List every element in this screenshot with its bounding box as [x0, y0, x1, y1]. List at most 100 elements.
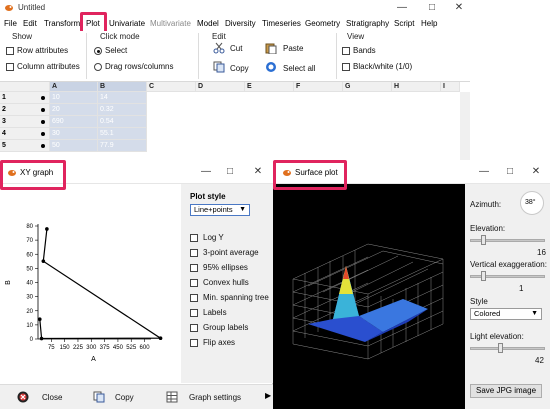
menu-transform[interactable]: Transform [44, 19, 80, 28]
option-checkbox[interactable] [190, 324, 198, 332]
row-attributes-checkbox[interactable] [6, 47, 14, 55]
data-grid: A B C D E F G H I 1 10 14 2 20 0.32 3 69… [0, 82, 470, 160]
menu-univariate[interactable]: Univariate [109, 19, 145, 28]
save-jpg-button[interactable]: Save JPG image [470, 384, 542, 398]
cut-button[interactable]: Cut [230, 44, 242, 53]
copy-icon[interactable] [93, 391, 105, 405]
close-icon[interactable]: ✕ [251, 166, 265, 177]
app-logo-icon [4, 3, 14, 15]
row-header[interactable]: 4 [0, 128, 50, 140]
close-button[interactable]: Close [42, 393, 62, 402]
surface-3d-viewport[interactable] [273, 184, 465, 409]
copy-icon[interactable] [213, 61, 225, 73]
column-attributes-checkbox[interactable] [6, 63, 14, 71]
maximize-icon[interactable]: □ [503, 166, 517, 177]
row-header[interactable]: 2 [0, 104, 50, 116]
option-checkbox[interactable] [190, 339, 198, 347]
black-white-checkbox[interactable] [342, 63, 350, 71]
option-checkbox[interactable] [190, 234, 198, 242]
select-all-icon[interactable] [265, 61, 277, 73]
column-header[interactable]: F [294, 82, 343, 92]
settings-grid-icon[interactable] [166, 391, 178, 405]
option-label: Flip axes [203, 338, 236, 347]
row-header[interactable]: 5 [0, 140, 50, 152]
row-header[interactable]: 1 [0, 92, 50, 104]
menu-help[interactable]: Help [421, 19, 437, 28]
paste-button[interactable]: Paste [283, 44, 303, 53]
select-all-button[interactable]: Select all [283, 64, 315, 73]
minimize-icon[interactable]: — [395, 2, 409, 13]
grid-cell[interactable]: 0.54 [98, 116, 147, 128]
grid-corner[interactable] [0, 82, 50, 92]
minimize-icon[interactable]: — [199, 166, 213, 177]
menu-file[interactable]: File [4, 19, 17, 28]
menu-geometry[interactable]: Geometry [305, 19, 340, 28]
grid-cell[interactable]: 0.32 [98, 104, 147, 116]
menu-stratigraphy[interactable]: Stratigraphy [346, 19, 389, 28]
copy-button[interactable]: Copy [115, 393, 134, 402]
grid-cell[interactable]: 10 [50, 92, 98, 104]
option-checkbox[interactable] [190, 249, 198, 257]
light-elevation-slider[interactable] [470, 347, 545, 350]
grid-scrollbar[interactable] [460, 92, 470, 160]
option-checkbox[interactable] [190, 279, 198, 287]
grid-cell[interactable]: 55.1 [98, 128, 147, 140]
grid-cell[interactable]: 20 [50, 104, 98, 116]
azimuth-dial[interactable]: 38° [520, 191, 544, 215]
scissors-icon[interactable] [213, 42, 225, 54]
column-header[interactable]: D [196, 82, 245, 92]
copy-button[interactable]: Copy [230, 64, 249, 73]
xy-chart[interactable]: 0 10 20 30 40 50 60 70 80 75 150 225 300 375 450 525 600… [0, 184, 181, 384]
elevation-slider-thumb[interactable] [481, 235, 486, 245]
grid-cell[interactable]: 50 [50, 140, 98, 152]
chevron-down-icon: ▼ [531, 310, 538, 317]
close-icon[interactable]: ✕ [452, 2, 466, 13]
y-axis-label: B [5, 280, 12, 285]
grid-cell[interactable]: 30 [50, 128, 98, 140]
column-header[interactable]: E [245, 82, 294, 92]
maximize-icon[interactable]: □ [223, 166, 237, 177]
row-number: 1 [2, 94, 6, 101]
column-header[interactable]: C [147, 82, 196, 92]
ribbon-divider [336, 33, 337, 79]
option-checkbox[interactable] [190, 294, 198, 302]
vertical-exaggeration-thumb[interactable] [481, 271, 486, 281]
menu-script[interactable]: Script [394, 19, 414, 28]
column-header[interactable]: H [392, 82, 441, 92]
graph-settings-button[interactable]: Graph settings [189, 393, 241, 402]
data-point [158, 336, 163, 341]
xy-options-panel: Plot style Line+points ▼ Log Y 3-point av… [181, 184, 273, 383]
column-header[interactable]: G [343, 82, 392, 92]
column-header[interactable]: B [98, 82, 147, 92]
bands-checkbox[interactable] [342, 47, 350, 55]
menu-diversity[interactable]: Diversity [225, 19, 256, 28]
row-number: 3 [2, 118, 6, 125]
row-header[interactable]: 3 [0, 116, 50, 128]
drag-mode-label: Drag rows/columns [105, 62, 174, 71]
y-tick-label: 60 [26, 252, 33, 258]
column-header[interactable]: I [441, 82, 460, 92]
option-checkbox[interactable] [190, 264, 198, 272]
x-tick-label: 75 [48, 345, 55, 351]
grid-cell[interactable]: 690 [50, 116, 98, 128]
drag-mode-radio[interactable] [94, 63, 102, 71]
menu-model[interactable]: Model [197, 19, 219, 28]
paste-icon[interactable] [265, 42, 277, 55]
grid-cell[interactable]: 77.9 [98, 140, 147, 152]
menu-multivariate[interactable]: Multivariate [150, 19, 191, 28]
column-header[interactable]: A [50, 82, 98, 92]
light-elevation-thumb[interactable] [498, 343, 503, 353]
maximize-icon[interactable]: □ [425, 2, 439, 13]
menu-timeseries[interactable]: Timeseries [262, 19, 301, 28]
chevron-right-icon[interactable]: ▶ [265, 391, 271, 400]
style-select[interactable]: Colored ▼ [470, 308, 542, 320]
close-icon[interactable]: ✕ [529, 166, 543, 177]
select-mode-radio[interactable] [94, 47, 102, 55]
grid-cell[interactable]: 14 [98, 92, 147, 104]
minimize-icon[interactable]: — [477, 166, 491, 177]
plot-style-select[interactable]: Line+points ▼ [190, 204, 250, 216]
close-circle-icon[interactable] [17, 391, 29, 405]
option-checkbox[interactable] [190, 309, 198, 317]
menu-edit[interactable]: Edit [23, 19, 37, 28]
surface-controls-panel: Azimuth: 38° Elevation: 16 Vertical exag… [465, 184, 550, 409]
